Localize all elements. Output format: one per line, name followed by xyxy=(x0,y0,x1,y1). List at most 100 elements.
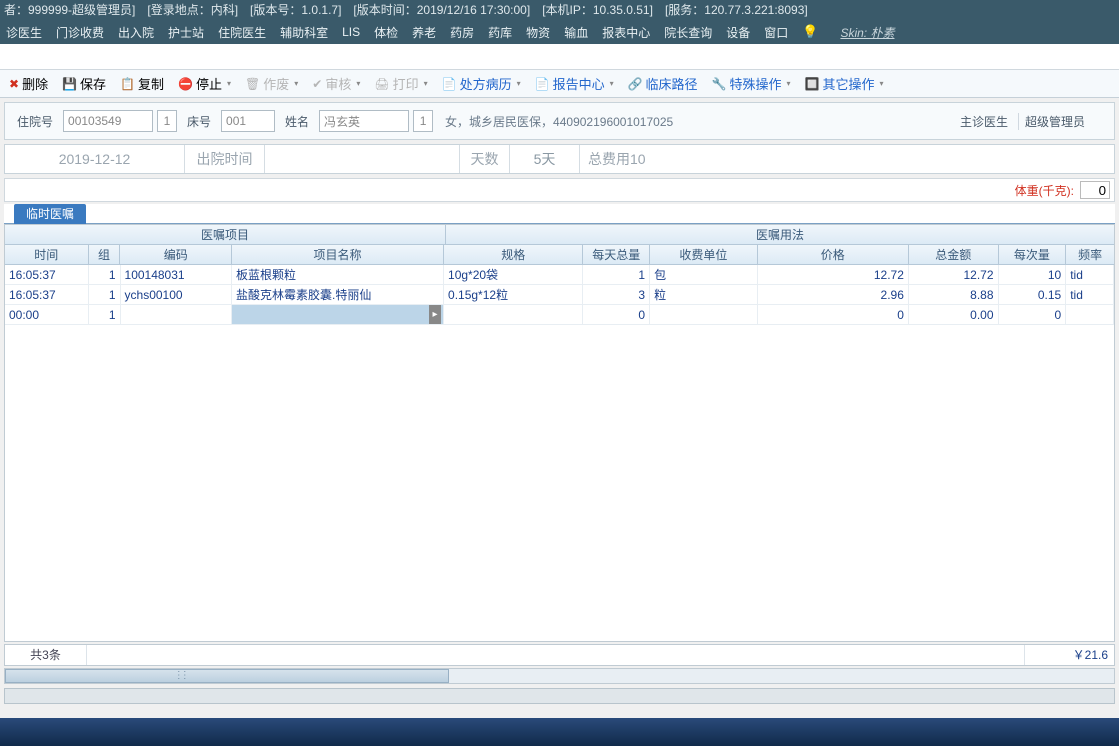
patient-info-text: 女，城乡居民医保，440902196001017025 xyxy=(437,113,950,130)
title-service: [服务：120.77.3.221:8093] xyxy=(665,0,808,20)
record-count: 共3条 xyxy=(5,645,87,665)
menu-aux-dept[interactable]: 辅助科室 xyxy=(280,24,328,41)
save-icon: 💾 xyxy=(62,77,77,91)
bed-label: 床号 xyxy=(181,113,217,130)
col-code[interactable]: 编码 xyxy=(120,245,232,264)
menu-admit-discharge[interactable]: 出入院 xyxy=(118,24,154,41)
col-freq[interactable]: 频率 xyxy=(1066,245,1114,264)
path-icon: 🔗 xyxy=(628,77,643,91)
name-label: 姓名 xyxy=(279,113,315,130)
audit-button[interactable]: ✔审核 xyxy=(309,72,363,95)
table-row[interactable]: 16:05:37 1 ychs00100 盐酸克林霉素胶囊.特丽仙 0.15g*… xyxy=(5,285,1114,305)
table-row[interactable]: 16:05:37 1 100148031 板蓝根颗粒 10g*20袋 1 包 1… xyxy=(5,265,1114,285)
tab-temp-orders[interactable]: 临时医嘱 xyxy=(14,204,86,224)
discharge-value xyxy=(265,145,460,173)
tab-area xyxy=(0,44,1119,70)
col-unit[interactable]: 收费单位 xyxy=(650,245,758,264)
delete-icon: ✖ xyxy=(9,77,19,91)
print-button[interactable]: 🖨打印 xyxy=(371,72,430,95)
tab-strip: 临时医嘱 xyxy=(4,204,1115,224)
menu-drug-store[interactable]: 药库 xyxy=(488,24,512,41)
menu-blood[interactable]: 输血 xyxy=(564,24,588,41)
admit-date: 2019-12-12 xyxy=(5,145,185,173)
menu-bar: 诊医生 门诊收费 出入院 护士站 住院医生 辅助科室 LIS 体检 养老 药房 … xyxy=(0,20,1119,44)
doctor-value: 超级管理员 xyxy=(1018,113,1108,130)
group-usage: 医嘱用法 xyxy=(446,225,1114,244)
name-selector[interactable]: 1 xyxy=(413,110,433,132)
delete-button[interactable]: ✖删除 xyxy=(6,72,51,95)
bulb-icon[interactable]: 💡 xyxy=(802,24,818,40)
grid-group-header: 医嘱项目 医嘱用法 xyxy=(5,225,1114,245)
days-value: 5天 xyxy=(510,145,580,173)
report-center-button[interactable]: 📄报告中心 xyxy=(532,72,617,95)
admit-no-label: 住院号 xyxy=(11,113,59,130)
copy-icon: 📋 xyxy=(120,77,135,91)
weight-bar: 体重(千克): xyxy=(4,178,1115,202)
weight-input[interactable] xyxy=(1080,181,1110,199)
void-button[interactable]: 🗑作废 xyxy=(242,72,301,95)
title-user: 者：999999-超级管理员] xyxy=(4,0,135,20)
special-icon: 🔧 xyxy=(712,77,727,91)
menu-physical-exam[interactable]: 体检 xyxy=(374,24,398,41)
col-daily[interactable]: 每天总量 xyxy=(583,245,650,264)
orders-grid: 医嘱项目 医嘱用法 时间 组 编码 项目名称 规格 每天总量 收费单位 价格 总… xyxy=(4,224,1115,642)
bed-input[interactable] xyxy=(221,110,275,132)
days-label: 天数 xyxy=(460,145,510,173)
other-icon: 🔲 xyxy=(805,77,820,91)
table-row-editing[interactable]: 00:00 1 0 0 0.00 0 xyxy=(5,305,1114,325)
admit-no-selector[interactable]: 1 xyxy=(157,110,177,132)
doc-icon: 📄 xyxy=(442,77,457,91)
admit-no-input[interactable] xyxy=(63,110,153,132)
col-amount[interactable]: 总金额 xyxy=(909,245,999,264)
patient-form: 住院号 1 床号 姓名 1 女，城乡居民医保，44090219600101702… xyxy=(4,102,1115,140)
horizontal-scrollbar[interactable] xyxy=(4,668,1115,684)
menu-device[interactable]: 设备 xyxy=(726,24,750,41)
total-fee: 总费用10 xyxy=(580,145,1114,173)
outer-scrollbar[interactable] xyxy=(4,688,1115,704)
title-bar: 者：999999-超级管理员] [登录地点：内科] [版本号：1.0.1.7] … xyxy=(0,0,1119,20)
title-version: [版本号：1.0.1.7] xyxy=(250,0,341,20)
audit-icon: ✔ xyxy=(312,77,322,91)
skin-selector[interactable]: Skin: 朴素 xyxy=(840,24,894,41)
menu-director-query[interactable]: 院长查询 xyxy=(664,24,712,41)
discharge-label: 出院时间 xyxy=(185,145,265,173)
title-version-time: [版本时间：2019/12/16 17:30:00] xyxy=(353,0,530,20)
group-project: 医嘱项目 xyxy=(5,225,446,244)
col-time[interactable]: 时间 xyxy=(5,245,89,264)
clinical-path-button[interactable]: 🔗临床路径 xyxy=(625,72,701,95)
menu-pharmacy[interactable]: 药房 xyxy=(450,24,474,41)
menu-nurse-station[interactable]: 护士站 xyxy=(168,24,204,41)
menu-report-center[interactable]: 报表中心 xyxy=(602,24,650,41)
weight-label: 体重(千克): xyxy=(1015,182,1074,199)
col-price[interactable]: 价格 xyxy=(758,245,909,264)
name-input[interactable] xyxy=(319,110,409,132)
void-icon: 🗑 xyxy=(245,77,260,91)
stop-icon: ⛔ xyxy=(178,77,193,91)
menu-materials[interactable]: 物资 xyxy=(526,24,550,41)
grid-column-header: 时间 组 编码 项目名称 规格 每天总量 收费单位 价格 总金额 每次量 频率 xyxy=(5,245,1114,265)
scrollbar-thumb[interactable] xyxy=(5,669,449,683)
total-amount: ￥21.6 xyxy=(1024,645,1114,665)
col-spec[interactable]: 规格 xyxy=(444,245,583,264)
menu-inpatient-doctor[interactable]: 住院医生 xyxy=(218,24,266,41)
copy-button[interactable]: 📋复制 xyxy=(117,72,167,95)
doctor-label: 主诊医生 xyxy=(954,113,1014,130)
other-ops-button[interactable]: 🔲其它操作 xyxy=(802,72,887,95)
taskbar xyxy=(0,718,1119,746)
stop-button[interactable]: ⛔停止 xyxy=(175,72,234,95)
special-ops-button[interactable]: 🔧特殊操作 xyxy=(709,72,794,95)
name-edit-cell[interactable] xyxy=(232,305,444,324)
menu-outpatient-fee[interactable]: 门诊收费 xyxy=(56,24,104,41)
toolbar: ✖删除 💾保存 📋复制 ⛔停止 🗑作废 ✔审核 🖨打印 📄处方病历 📄报告中心 … xyxy=(0,70,1119,98)
menu-outpatient-doctor[interactable]: 诊医生 xyxy=(6,24,42,41)
col-name[interactable]: 项目名称 xyxy=(232,245,444,264)
col-dose[interactable]: 每次量 xyxy=(999,245,1067,264)
menu-elderly-care[interactable]: 养老 xyxy=(412,24,436,41)
col-group[interactable]: 组 xyxy=(89,245,121,264)
menu-window[interactable]: 窗口 xyxy=(764,24,788,41)
date-bar: 2019-12-12 出院时间 天数 5天 总费用10 xyxy=(4,144,1115,174)
report-icon: 📄 xyxy=(535,77,550,91)
rx-history-button[interactable]: 📄处方病历 xyxy=(439,72,524,95)
save-button[interactable]: 💾保存 xyxy=(59,72,109,95)
menu-lis[interactable]: LIS xyxy=(342,25,360,39)
